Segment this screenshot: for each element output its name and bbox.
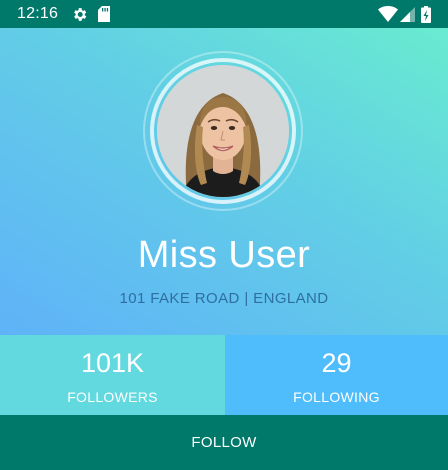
sd-card-icon [97,0,111,28]
profile-header: Miss User 101 FAKE ROAD | ENGLAND [0,28,448,335]
following-stat[interactable]: 29 FOLLOWING [225,335,448,415]
settings-gear-icon [70,0,88,28]
profile-name: Miss User [137,234,311,276]
following-label: FOLLOWING [293,389,380,405]
status-bar: 12:16 [0,0,448,28]
follow-button[interactable]: FOLLOW [0,415,448,470]
followers-stat[interactable]: 101K FOLLOWERS [0,335,225,415]
followers-label: FOLLOWERS [67,389,158,405]
avatar[interactable] [157,65,289,197]
followers-count: 101K [80,348,145,378]
wifi-icon [378,0,398,28]
status-time: 12:16 [17,5,59,22]
following-count: 29 [321,348,352,378]
profile-address: 101 FAKE ROAD | ENGLAND [119,290,329,307]
cellular-signal-icon [398,0,416,28]
battery-charging-icon [419,0,433,28]
